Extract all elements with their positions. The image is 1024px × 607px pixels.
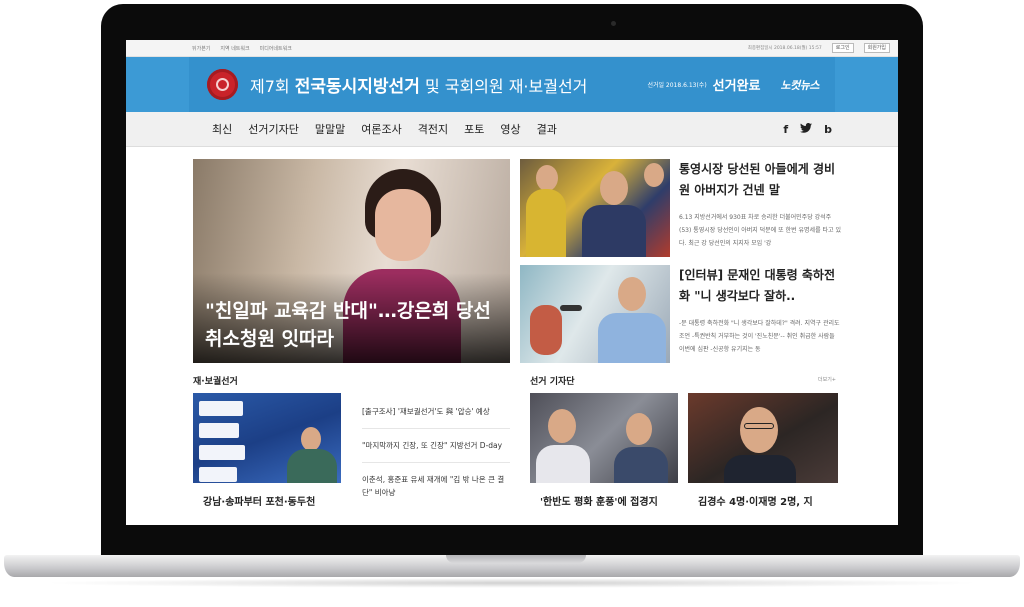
- banner-status: 선거일 2018.6.13(수) 선거완료 노컷뉴스: [647, 75, 835, 95]
- reporter-card-1-photo: [530, 393, 678, 483]
- side-story-1-title[interactable]: 통영시장 당선된 아들에게 경비원 아버지가 건넨 말: [679, 159, 841, 201]
- thumb-face: [548, 409, 576, 443]
- camera-icon: [611, 21, 616, 26]
- banner-title-main: 전국동시지방선거: [294, 77, 420, 97]
- side-story-2[interactable]: [인터뷰] 문재인 대통령 축하전화 "니 생각보다 잘하.. -문 대통령 축…: [520, 265, 841, 363]
- microphone-icon: [560, 305, 582, 311]
- utility-bar: 뒤가본기 지역 네트워크 미디어네트워크 최종편집일시 2018.06.18(월…: [126, 40, 898, 57]
- thumb-body: [287, 449, 337, 483]
- reporter-card-1[interactable]: '한반도 평화 훈풍'에 접경지: [530, 393, 678, 508]
- facebook-icon[interactable]: f: [783, 123, 788, 136]
- thumb-suit: [614, 447, 668, 483]
- thumb-suit: [582, 205, 646, 257]
- side-story-2-title[interactable]: [인터뷰] 문재인 대통령 축하전화 "니 생각보다 잘하..: [679, 265, 841, 307]
- by-election-caption[interactable]: 강남·송파부터 포천·동두천: [193, 493, 341, 508]
- blog-icon[interactable]: b: [824, 123, 832, 136]
- nav-item-results[interactable]: 결과: [537, 121, 557, 137]
- banner-inner: 제7회 전국동시지방선거 및 국회의원 재·보궐선거 선거일 2018.6.13…: [189, 57, 835, 112]
- reporter-card-2-caption[interactable]: 김경수 4명·이재명 2명, 지: [688, 493, 838, 508]
- side-story-1[interactable]: 통영시장 당선된 아들에게 경비원 아버지가 건넨 말 6.13 지방선거에서 …: [520, 159, 841, 257]
- section-title-reporters[interactable]: 선거 기자단: [530, 374, 575, 387]
- by-election-photo: [193, 393, 341, 483]
- thumb-face: [618, 277, 646, 311]
- thumb-face: [626, 413, 652, 445]
- section-title-by-election[interactable]: 재·보궐선거: [193, 374, 238, 387]
- side-story-1-desc: 6.13 지방선거에서 930표 차로 승리한 더불어민주당 강석주(53) 통…: [679, 214, 841, 247]
- side-story-2-desc: -문 대통령 축하전화 "니 생각보다 잘하데?" 격려. 지역구 관리도 조언…: [679, 320, 840, 353]
- join-button[interactable]: 회원가입: [863, 43, 890, 53]
- emblem-ring: [216, 78, 229, 91]
- banner-title-prefix: 제7회: [250, 77, 290, 96]
- hero-story[interactable]: "친일파 교육감 반대"…강은희 당선 취소청원 잇따라: [193, 159, 510, 363]
- more-link[interactable]: 더보기+: [818, 376, 836, 383]
- board-row: [199, 445, 245, 460]
- thumb-vest: [526, 189, 566, 257]
- nav-item-battlegrounds[interactable]: 격전지: [418, 121, 448, 137]
- nav-item-latest[interactable]: 최신: [212, 121, 232, 137]
- thumb-shirt: [598, 313, 666, 363]
- main-nav: 최신 선거기자단 말말말 여론조사 격전지 포토 영상 결과 f b: [126, 112, 898, 147]
- utility-link-bookmark[interactable]: 뒤가본기: [192, 45, 210, 52]
- reporter-card-1-caption[interactable]: '한반도 평화 훈풍'에 접경지: [530, 493, 678, 508]
- nocut-news-logo[interactable]: 노컷뉴스: [781, 77, 820, 93]
- thumb-chair: [530, 305, 562, 355]
- side-story-2-text: [인터뷰] 문재인 대통령 축하전화 "니 생각보다 잘하.. -문 대통령 축…: [679, 265, 841, 355]
- nav-item-polls[interactable]: 여론조사: [361, 121, 401, 137]
- utility-link-local-network[interactable]: 지역 네트워크: [220, 45, 249, 52]
- utility-links: 뒤가본기 지역 네트워크 미디어네트워크: [192, 45, 292, 52]
- nav-item-photos[interactable]: 포토: [464, 121, 484, 137]
- election-banner: 제7회 전국동시지방선거 및 국회의원 재·보궐선거 선거일 2018.6.13…: [126, 57, 898, 112]
- utility-link-media-network[interactable]: 미디어네트워크: [260, 45, 292, 52]
- thumb-suit: [724, 455, 796, 483]
- thumb-face: [740, 407, 778, 453]
- nav-item-video[interactable]: 영상: [500, 121, 520, 137]
- banner-title[interactable]: 제7회 전국동시지방선거 및 국회의원 재·보궐선거: [250, 72, 587, 97]
- by-election-links: [출구조사] '재보궐선거'도 與 '압승' 예상 "마지막까지 긴장, 또 긴…: [362, 395, 510, 509]
- by-election-card[interactable]: 강남·송파부터 포천·동두천: [193, 393, 341, 508]
- thumb-face: [644, 163, 664, 187]
- nav-item-quotes[interactable]: 말말말: [315, 121, 345, 137]
- list-item[interactable]: 이춘석, 홍준표 유세 재개에 "김 밖 나온 큰 결단" 비아냥: [362, 463, 510, 509]
- nav-menu: 최신 선거기자단 말말말 여론조사 격전지 포토 영상 결과: [212, 121, 573, 137]
- reporter-card-2[interactable]: 김경수 4명·이재명 2명, 지: [688, 393, 838, 508]
- browser-viewport: 뒤가본기 지역 네트워크 미디어네트워크 최종편집일시 2018.06.18(월…: [126, 40, 898, 525]
- thumb-face: [301, 427, 321, 451]
- laptop-notch: [446, 555, 586, 563]
- glasses-icon: [744, 423, 774, 429]
- election-date: 선거일 2018.6.13(수): [647, 82, 707, 89]
- side-story-1-thumbnail[interactable]: [520, 159, 670, 257]
- election-status: 선거완료: [712, 79, 761, 94]
- thumb-face: [536, 165, 558, 191]
- nav-item-reporters[interactable]: 선거기자단: [248, 121, 299, 137]
- laptop-base: [4, 555, 1020, 577]
- thumb-shirt: [536, 445, 590, 483]
- main-content: "친일파 교육감 반대"…강은희 당선 취소청원 잇따라 통영시장 당선된 아들…: [126, 147, 898, 525]
- side-story-1-text: 통영시장 당선된 아들에게 경비원 아버지가 건넨 말 6.13 지방선거에서 …: [679, 159, 841, 249]
- twitter-icon[interactable]: [800, 122, 813, 136]
- list-item[interactable]: [출구조사] '재보궐선거'도 與 '압승' 예상: [362, 395, 510, 429]
- banner-title-suffix: 및 국회의원 재·보궐선거: [424, 77, 588, 96]
- laptop-shadow: [40, 578, 984, 588]
- reporter-card-2-photo: [688, 393, 838, 483]
- board-row: [199, 401, 243, 416]
- login-button[interactable]: 로그인: [831, 43, 854, 53]
- board-row: [199, 467, 237, 482]
- side-story-2-thumbnail[interactable]: [520, 265, 670, 363]
- hero-headline[interactable]: "친일파 교육감 반대"…강은희 당선 취소청원 잇따라: [205, 297, 500, 353]
- list-item[interactable]: "마지막까지 긴장, 또 긴장" 지방선거 D-day: [362, 429, 510, 463]
- hero-face: [375, 189, 431, 261]
- board-row: [199, 423, 239, 438]
- election-emblem-icon: [207, 69, 238, 100]
- thumb-face: [600, 171, 628, 205]
- social-links: f b: [783, 122, 832, 136]
- last-updated: 최종편집일시 2018.06.18(월) 15:57: [747, 46, 822, 51]
- utility-account: 최종편집일시 2018.06.18(월) 15:57 로그인 회원가입: [748, 43, 890, 53]
